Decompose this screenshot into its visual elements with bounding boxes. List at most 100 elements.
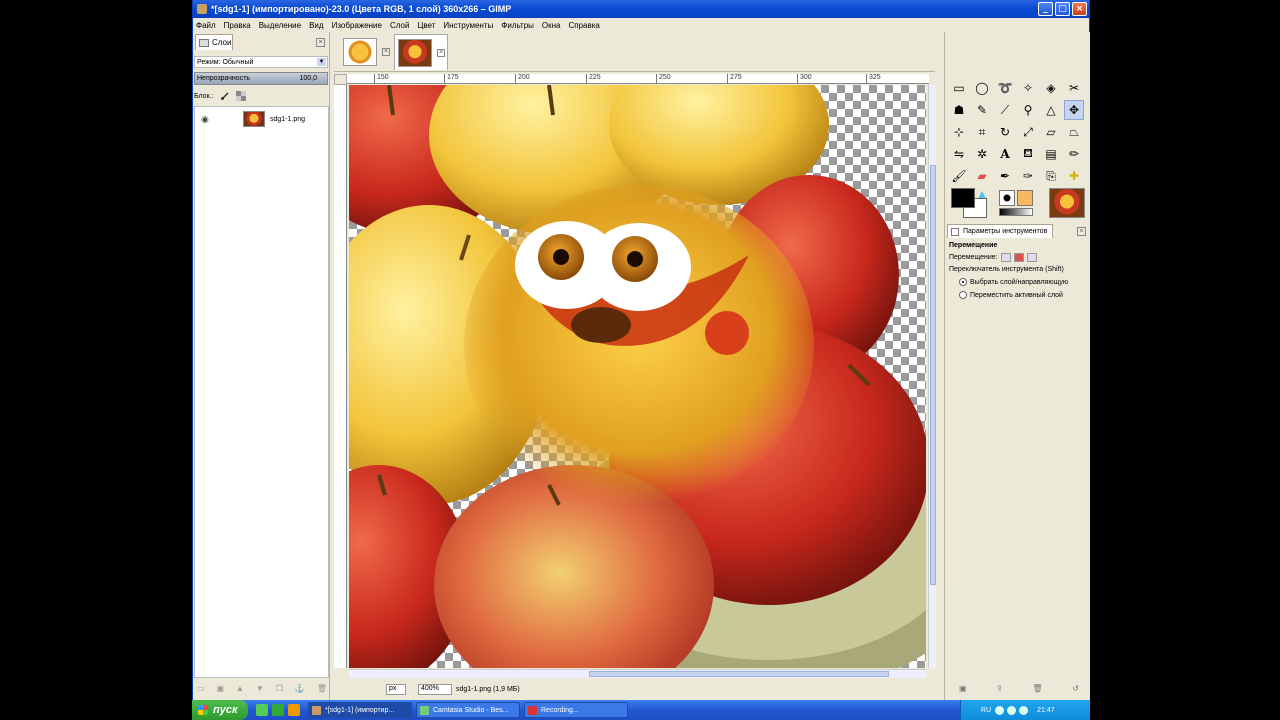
radio-indicator[interactable]: [959, 291, 967, 299]
restore-options-icon[interactable]: ⇪: [996, 684, 1003, 694]
close-button[interactable]: ×: [1072, 2, 1087, 16]
ruler-corner[interactable]: [334, 74, 347, 85]
eye-icon[interactable]: ◉: [201, 114, 213, 125]
paintbrush-icon[interactable]: 🖌: [949, 166, 969, 186]
fuzzy-select-icon[interactable]: ✧: [1018, 78, 1038, 98]
ink-icon[interactable]: ✑: [1018, 166, 1038, 186]
blend-icon[interactable]: ▤: [1041, 144, 1061, 164]
minimize-button[interactable]: _: [1038, 2, 1053, 16]
eraser-icon[interactable]: ▰: [972, 166, 992, 186]
lasso-icon[interactable]: ➰: [995, 78, 1015, 98]
ellipse-select-icon[interactable]: ◯: [972, 78, 992, 98]
rotate-icon[interactable]: ↻: [995, 122, 1015, 142]
menu-tools[interactable]: Инструменты: [443, 21, 493, 30]
menu-image[interactable]: Изображение: [332, 21, 382, 30]
lock-pixels-icon[interactable]: [220, 91, 230, 101]
close-icon[interactable]: ×: [437, 48, 445, 57]
radio-indicator[interactable]: [959, 278, 967, 286]
layer-mode-select[interactable]: Режим: Обычный ▼: [194, 56, 328, 68]
new-layer-icon[interactable]: ▭: [197, 684, 205, 696]
task-gimp[interactable]: *[sdg1-1] (импортир...: [308, 702, 412, 718]
cage-icon[interactable]: ✲: [972, 144, 992, 164]
active-image-thumbnail[interactable]: [1049, 188, 1085, 218]
menu-filters[interactable]: Фильтры: [501, 21, 534, 30]
opacity-slider[interactable]: Непрозрачность 100,0: [194, 72, 328, 85]
crop-icon[interactable]: ⌗: [972, 122, 992, 142]
flip-icon[interactable]: ⇋: [949, 144, 969, 164]
menu-edit[interactable]: Правка: [224, 21, 251, 30]
lower-layer-icon[interactable]: ▼: [256, 684, 264, 696]
move-path-mode-button[interactable]: [1026, 253, 1037, 262]
move-selection-mode-button[interactable]: [1013, 253, 1024, 262]
vertical-ruler[interactable]: [334, 85, 347, 668]
pattern-icon[interactable]: [1017, 190, 1033, 206]
menu-file[interactable]: Файл: [196, 21, 216, 30]
text-icon[interactable]: A: [995, 144, 1015, 164]
start-button[interactable]: пуск: [192, 700, 248, 720]
reset-options-icon[interactable]: ↺: [1072, 684, 1079, 694]
menu-view[interactable]: Вид: [309, 21, 323, 30]
brush-pattern-gradient[interactable]: [999, 190, 1039, 218]
lock-alpha-icon[interactable]: [235, 91, 246, 101]
horizontal-ruler[interactable]: 150 175 200 225 250 275 300 325: [347, 74, 929, 84]
maximize-button[interactable]: □: [1055, 2, 1070, 16]
perspective-icon[interactable]: ⏢: [1064, 122, 1084, 142]
scroll-thumb[interactable]: [589, 671, 889, 677]
anchor-layer-icon[interactable]: ⚓: [295, 684, 305, 696]
move-layer-mode-button[interactable]: [1000, 253, 1011, 262]
pencil-icon[interactable]: ✏: [1064, 144, 1084, 164]
save-options-icon[interactable]: ▣: [959, 684, 967, 694]
close-icon[interactable]: ×: [382, 48, 390, 56]
paths-icon[interactable]: ✎: [972, 100, 992, 120]
duplicate-layer-icon[interactable]: ❐: [276, 684, 283, 696]
image-tab-1[interactable]: ×: [340, 34, 394, 70]
vertical-scrollbar[interactable]: [928, 85, 936, 668]
image-tab-2[interactable]: ×: [394, 34, 448, 70]
tray-icon[interactable]: [995, 705, 1005, 715]
dock-close-icon[interactable]: ×: [316, 38, 325, 47]
color-picker-icon[interactable]: ⟋: [995, 100, 1015, 120]
tab-layers[interactable]: Слои: [195, 34, 233, 50]
layer-row[interactable]: ◉ sdg1-1.png: [195, 110, 328, 128]
airbrush-icon[interactable]: ✒: [995, 166, 1015, 186]
bucket-fill-icon[interactable]: ⛾: [1018, 144, 1038, 164]
clone-icon[interactable]: ⎘: [1041, 166, 1061, 186]
radio-move-active-layer[interactable]: Переместить активный слой: [959, 291, 1089, 299]
language-indicator[interactable]: RU: [981, 707, 991, 714]
heal-icon[interactable]: ✚: [1064, 166, 1084, 186]
menu-help[interactable]: Справка: [568, 21, 599, 30]
foreground-select-icon[interactable]: ☗: [949, 100, 969, 120]
brush-icon[interactable]: [999, 190, 1015, 206]
menu-select[interactable]: Выделение: [259, 21, 301, 30]
rect-select-icon[interactable]: ▭: [949, 78, 969, 98]
tab-tool-options[interactable]: Параметры инструментов: [947, 224, 1053, 238]
foreground-color[interactable]: [951, 188, 975, 208]
unit-select[interactable]: px: [386, 683, 406, 695]
image-canvas[interactable]: [349, 85, 926, 668]
horizontal-scrollbar[interactable]: [349, 669, 926, 678]
dock-close-icon[interactable]: ×: [1077, 227, 1086, 236]
move-icon[interactable]: ✥: [1064, 100, 1084, 120]
browser-icon[interactable]: [272, 704, 284, 716]
scale-icon[interactable]: ⤢: [1018, 122, 1038, 142]
align-icon[interactable]: ⊹: [949, 122, 969, 142]
raise-layer-icon[interactable]: ▲: [236, 684, 244, 696]
tray-icon[interactable]: [1007, 705, 1017, 715]
scissors-icon[interactable]: ✂: [1064, 78, 1084, 98]
zoom-icon[interactable]: ⚲: [1018, 100, 1038, 120]
task-camtasia[interactable]: Camtasia Studio - Bes...: [416, 702, 520, 718]
gradient-icon[interactable]: [999, 208, 1033, 216]
menu-color[interactable]: Цвет: [417, 21, 435, 30]
measure-icon[interactable]: △: [1041, 100, 1061, 120]
delete-options-icon[interactable]: 🗑: [1033, 684, 1043, 694]
scroll-thumb[interactable]: [930, 165, 936, 585]
color-select-icon[interactable]: ◈: [1041, 78, 1061, 98]
new-group-icon[interactable]: ▣: [217, 684, 225, 696]
color-swatches[interactable]: [951, 188, 991, 222]
menu-windows[interactable]: Окна: [542, 21, 561, 30]
menu-layer[interactable]: Слой: [390, 21, 409, 30]
shear-icon[interactable]: ▱: [1041, 122, 1061, 142]
player-icon[interactable]: [288, 704, 300, 716]
tray-icon[interactable]: [1019, 705, 1029, 715]
show-desktop-icon[interactable]: [256, 704, 268, 716]
